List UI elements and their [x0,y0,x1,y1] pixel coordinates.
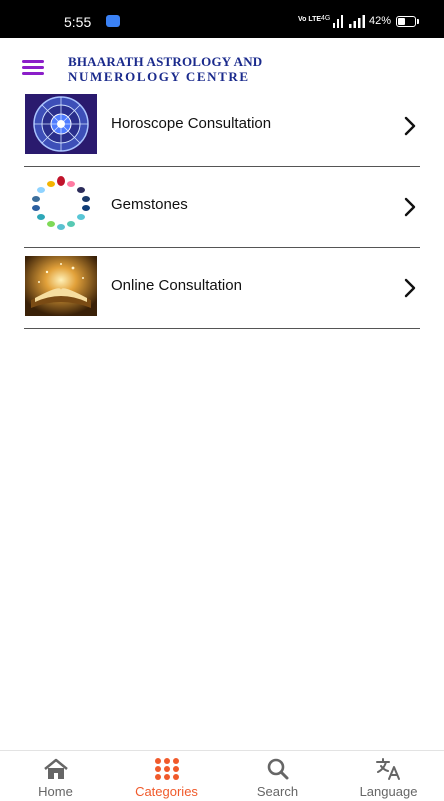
grid-icon [154,758,179,780]
hamburger-menu-icon[interactable] [22,60,44,76]
chevron-right-icon [404,197,416,217]
home-icon [43,758,68,779]
status-time: 5:55 [64,14,92,30]
brand-logo: BHAARATH ASTROLOGY AND NUMEROLOGY CENTRE [68,54,262,84]
nav-home[interactable]: Home [0,751,111,801]
category-row-horoscope[interactable]: Horoscope Consultation [24,86,420,167]
signal-icon-1 [333,15,343,28]
chevron-right-icon [404,278,416,298]
search-icon [267,758,288,780]
nav-label: Search [256,784,299,799]
nav-language[interactable]: Language [333,751,444,801]
category-row-online-consultation[interactable]: Online Consultation [24,248,420,329]
gemstones-icon [25,175,97,235]
network-type-label: 4G [321,15,331,22]
chevron-right-icon [404,116,416,136]
signal-icon-2 [349,15,365,28]
battery-icon [396,16,419,27]
logo-line-1: BHAARATH ASTROLOGY AND [68,54,263,69]
nav-label: Language [359,784,418,799]
nav-categories[interactable]: Categories [111,751,222,801]
glowing-book-icon [25,256,97,316]
zodiac-wheel-icon [25,94,97,154]
category-row-gemstones[interactable]: Gemstones [24,167,420,248]
category-label: Horoscope Consultation [111,115,272,132]
bottom-navigation: Home Categories Search Language [0,750,444,801]
nav-search[interactable]: Search [222,751,333,801]
category-label: Online Consultation [111,277,242,294]
nav-label: Categories [135,784,198,799]
translate-icon [375,758,400,780]
category-label: Gemstones [111,196,188,213]
status-bar: 5:55 Vo LTE 4G 42% [0,0,444,38]
logo-line-2: NUMEROLOGY CENTRE [68,69,250,84]
nav-label: Home [38,784,73,799]
battery-percent: 42% [369,15,392,27]
category-list: Horoscope Consultation Gemstones Online … [24,86,420,329]
notification-icon [106,15,120,27]
volte-label: Vo LTE [298,16,322,23]
